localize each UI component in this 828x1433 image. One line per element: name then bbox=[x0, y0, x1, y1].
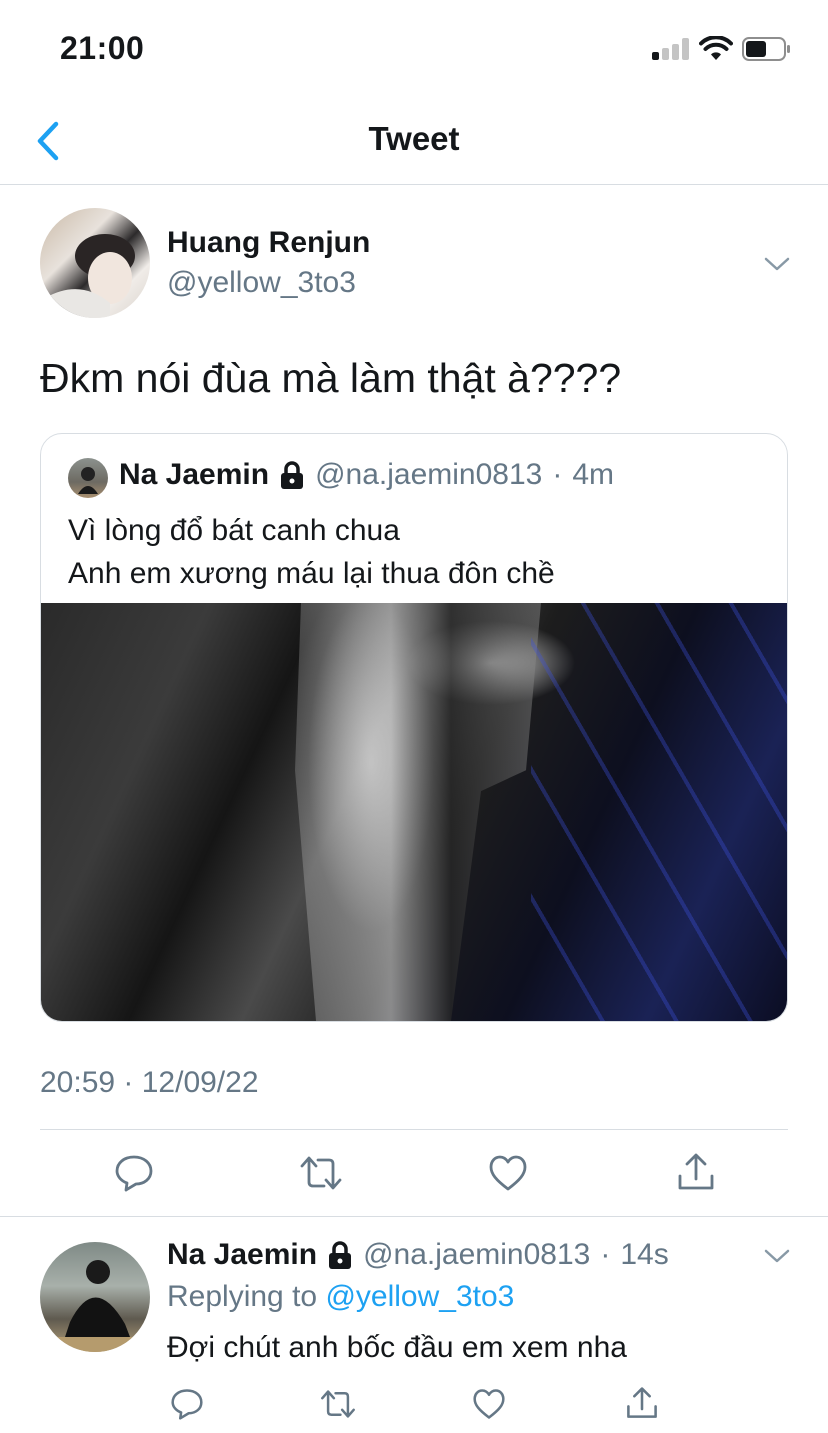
reply-text: Đợi chút anh bốc đầu em xem nha bbox=[167, 1331, 627, 1364]
reply-avatar[interactable] bbox=[40, 1242, 150, 1352]
replying-to-label: Replying to bbox=[167, 1280, 318, 1313]
reply-author-name[interactable]: Na Jaemin bbox=[167, 1238, 317, 1272]
meta-separator: · bbox=[552, 458, 563, 491]
author-handle[interactable]: @yellow_3to3 bbox=[167, 266, 356, 300]
lock-icon bbox=[281, 461, 304, 489]
battery-icon bbox=[742, 37, 790, 61]
quoted-avatar bbox=[68, 458, 108, 498]
reply-timestamp: 14s bbox=[620, 1238, 669, 1271]
actions-divider bbox=[0, 1216, 828, 1217]
page-title: Tweet bbox=[368, 120, 460, 157]
lock-icon bbox=[329, 1241, 352, 1269]
chevron-down-icon[interactable] bbox=[764, 1248, 790, 1264]
cellular-signal-icon bbox=[652, 38, 690, 60]
reply-header: Na Jaemin @na.jaemin0813 · 14s bbox=[167, 1238, 669, 1272]
quoted-timestamp: 4m bbox=[572, 458, 615, 491]
chevron-down-icon[interactable] bbox=[764, 256, 790, 272]
tweet-text: Đkm nói đùa mà làm thật à???? bbox=[40, 355, 622, 401]
share-icon[interactable] bbox=[676, 1152, 716, 1192]
share-icon[interactable] bbox=[625, 1386, 659, 1420]
tweet-timestamp: 20:59 · 12/09/22 bbox=[40, 1066, 259, 1099]
quoted-text-line-1: Vì lòng đổ bát canh chua bbox=[68, 514, 400, 547]
meta-separator: · bbox=[600, 1238, 611, 1271]
quoted-author-handle: @na.jaemin0813 bbox=[315, 458, 543, 491]
quoted-tweet-header: Na Jaemin @na.jaemin0813 · 4m bbox=[119, 458, 614, 492]
quoted-tweet-media[interactable] bbox=[41, 603, 787, 1021]
avatar[interactable] bbox=[40, 208, 150, 318]
timestamp-divider bbox=[40, 1129, 788, 1130]
replying-to-handle[interactable]: @yellow_3to3 bbox=[325, 1280, 514, 1313]
reply-icon[interactable] bbox=[114, 1154, 154, 1192]
retweet-icon[interactable] bbox=[298, 1154, 344, 1192]
status-time: 21:00 bbox=[60, 30, 145, 66]
retweet-icon[interactable] bbox=[319, 1388, 357, 1420]
nav-divider bbox=[0, 184, 828, 185]
author-name[interactable]: Huang Renjun bbox=[167, 226, 370, 260]
quoted-author-name: Na Jaemin bbox=[119, 458, 270, 491]
like-icon[interactable] bbox=[472, 1388, 506, 1420]
reply-author-handle[interactable]: @na.jaemin0813 bbox=[363, 1238, 590, 1272]
replying-to: Replying to @yellow_3to3 bbox=[167, 1280, 514, 1314]
wifi-icon bbox=[699, 36, 733, 60]
reply-icon[interactable] bbox=[170, 1388, 204, 1420]
like-icon[interactable] bbox=[488, 1154, 528, 1192]
quoted-text-line-2: Anh em xương máu lại thua đôn chề bbox=[68, 557, 555, 590]
